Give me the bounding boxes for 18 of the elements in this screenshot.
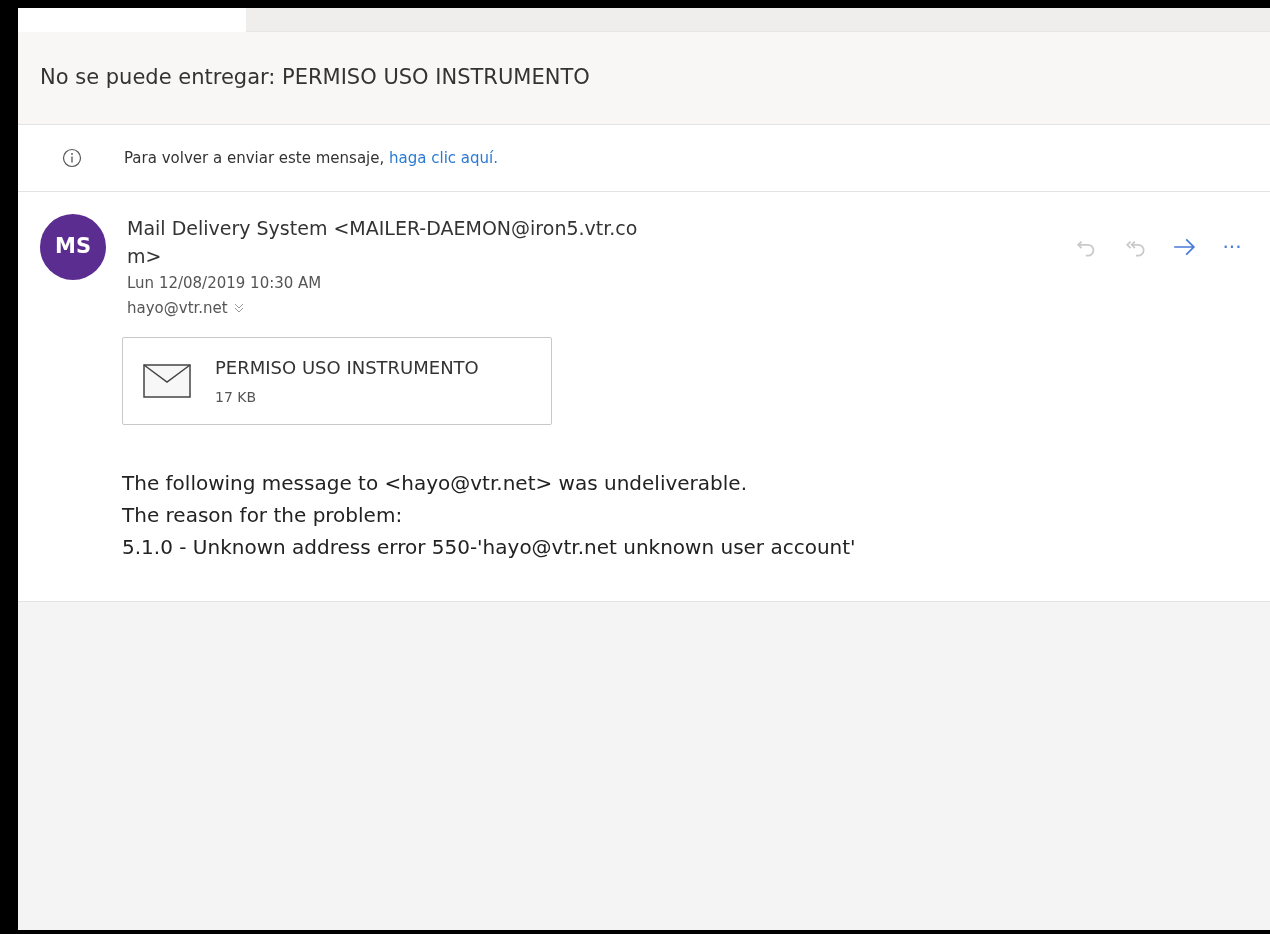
resend-link[interactable]: haga clic aquí. xyxy=(389,148,498,167)
expand-icon[interactable] xyxy=(232,301,245,314)
envelope-icon xyxy=(143,364,191,398)
resend-notice: Para volver a enviar este mensaje, haga clic aquí. xyxy=(124,147,498,169)
tab[interactable] xyxy=(18,8,246,32)
info-icon xyxy=(62,148,82,168)
sender-avatar: MS xyxy=(40,214,106,280)
body-line: 5.1.0 - Unknown address error 550-'hayo@vtr.net unknown user account' xyxy=(122,534,857,561)
attachment-card[interactable]: PERMISO USO INSTRUMENTO 17 KB xyxy=(122,337,552,425)
body-line: The following message to <hayo@vtr.net> was undeliverable. xyxy=(122,470,748,497)
message-date: Lun 12/08/2019 10:30 AM xyxy=(127,273,323,294)
body-line: The reason for the problem: xyxy=(122,502,404,529)
recipient: hayo@vtr.net xyxy=(127,297,228,319)
attachment-size: 17 KB xyxy=(215,388,258,407)
email-subject: No se puede entregar: PERMISO USO INSTRUMENTO xyxy=(40,64,590,92)
sender-name: Mail Delivery System <MAILER-DAEMON@iron5.vtr.com> xyxy=(127,216,639,269)
more-button[interactable]: ··· xyxy=(1212,232,1252,262)
attachment-name: PERMISO USO INSTRUMENTO xyxy=(215,356,479,380)
